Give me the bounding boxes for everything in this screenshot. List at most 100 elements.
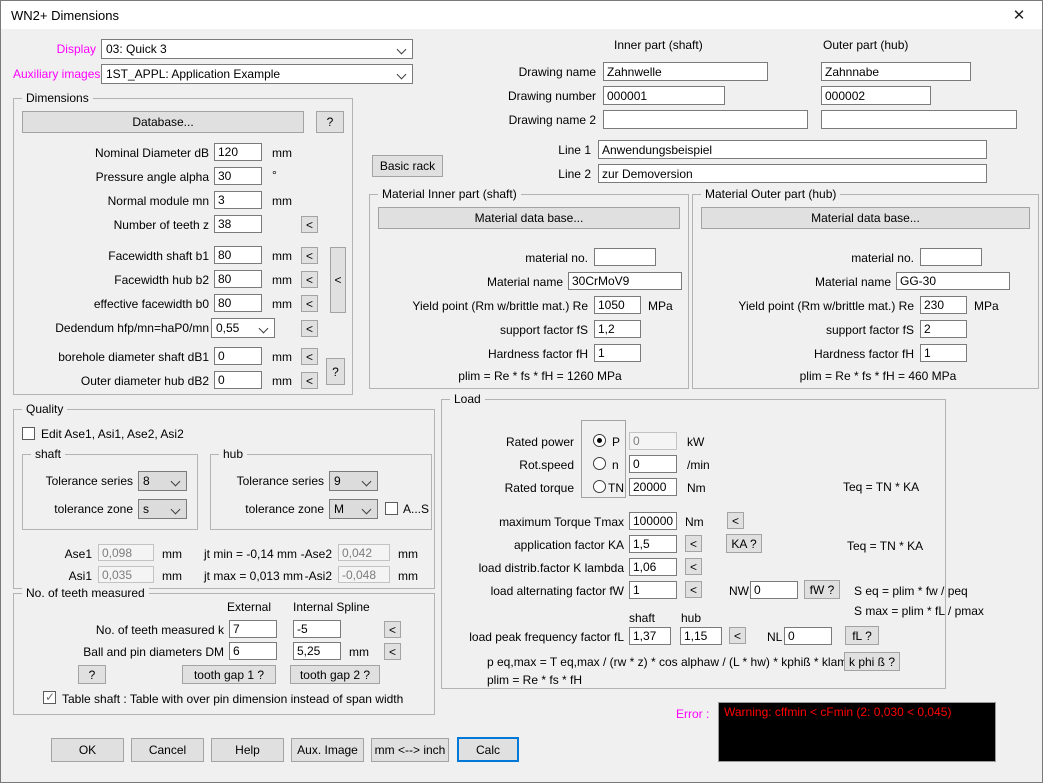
dm-external-input[interactable] <box>229 642 277 660</box>
ka-help-button[interactable]: KA ? <box>726 534 762 553</box>
fw-help-button[interactable]: fW ? <box>804 580 840 599</box>
num-teeth-back-button[interactable]: < <box>301 216 318 233</box>
quality-group: Quality Edit Ase1, Asi1, Ase2, Asi2 shaf… <box>13 409 435 589</box>
tooth-gap1-button[interactable]: tooth gap 1 ? <box>182 665 276 684</box>
dedendum-value: 0,55 <box>216 321 239 335</box>
basic-rack-button[interactable]: Basic rack <box>372 155 443 177</box>
database-button[interactable]: Database... <box>22 111 304 133</box>
external-header: External <box>227 600 271 614</box>
ok-button[interactable]: OK <box>51 738 124 762</box>
borehole-input[interactable] <box>214 347 262 365</box>
torque-radio[interactable] <box>593 480 606 493</box>
nl-input[interactable] <box>784 627 832 645</box>
dimensions-help-button[interactable]: ? <box>316 111 344 133</box>
num-teeth-input[interactable] <box>214 215 262 233</box>
close-button[interactable]: ✕ <box>1002 3 1036 27</box>
hub-tolerance-zone-select[interactable]: M <box>329 499 378 519</box>
dedendum-back-button[interactable]: < <box>301 320 318 337</box>
hub-tolerance-series-select[interactable]: 9 <box>329 471 378 491</box>
material-outer-name-input[interactable] <box>896 272 1010 290</box>
ka-input[interactable] <box>629 535 677 553</box>
facewidth-hub-back-button[interactable]: < <box>301 271 318 288</box>
shaft-tolerance-zone-select[interactable]: s <box>138 499 187 519</box>
effective-facewidth-input[interactable] <box>214 294 262 312</box>
drawing-name2-inner-input[interactable] <box>603 110 808 129</box>
material-inner-no-label: material no. <box>460 251 588 265</box>
line2-input[interactable] <box>598 164 987 183</box>
speed-radio[interactable] <box>593 457 606 470</box>
as-checkbox[interactable] <box>385 502 398 515</box>
material-outer-name-label: Material name <box>758 275 891 289</box>
nw-input[interactable] <box>750 581 798 599</box>
facewidth-shaft-input[interactable] <box>214 246 262 264</box>
klambda-input[interactable] <box>629 558 677 576</box>
nominal-diameter-input[interactable] <box>214 143 262 161</box>
material-inner-fh-input[interactable] <box>594 344 641 362</box>
fw-input[interactable] <box>629 581 677 599</box>
outer-diameter-input[interactable] <box>214 371 262 389</box>
effective-facewidth-back-button[interactable]: < <box>301 295 318 312</box>
material-outer-yield-input[interactable] <box>920 296 967 314</box>
material-outer-fs-input[interactable] <box>920 320 967 338</box>
aux-image-button[interactable]: Aux. Image <box>291 738 364 762</box>
tooth-gap2-button[interactable]: tooth gap 2 ? <box>290 665 380 684</box>
material-inner-name-input[interactable] <box>568 272 682 290</box>
ase2-input <box>338 544 390 561</box>
k-internal-input[interactable] <box>293 620 341 638</box>
normal-module-input[interactable] <box>214 191 262 209</box>
fl-back-button[interactable]: < <box>729 627 746 644</box>
drawing-name-inner-input[interactable] <box>603 62 768 81</box>
borehole-back-button[interactable]: < <box>301 348 318 365</box>
tmax-input[interactable] <box>629 512 677 530</box>
drawing-name2-outer-input[interactable] <box>821 110 1017 129</box>
cancel-button[interactable]: Cancel <box>131 738 204 762</box>
dedendum-select[interactable]: 0,55 <box>211 318 275 338</box>
drawing-name-outer-input[interactable] <box>821 62 971 81</box>
load-group: Load Rated power P kW Rot.speed n /min R… <box>441 399 946 689</box>
calc-button[interactable]: Calc <box>457 737 519 762</box>
fl-shaft-input[interactable] <box>629 627 671 645</box>
fw-back-button[interactable]: < <box>685 581 702 598</box>
fl-help-button[interactable]: fL ? <box>845 626 879 645</box>
ka-back-button[interactable]: < <box>685 535 702 552</box>
drawing-number-outer-input[interactable] <box>821 86 931 105</box>
dm-internal-input[interactable] <box>293 642 341 660</box>
edit-ase-checkbox[interactable] <box>22 427 35 440</box>
torque-input[interactable] <box>629 478 677 496</box>
fl-hub-input[interactable] <box>680 627 722 645</box>
facewidth-all-back-button[interactable]: < <box>330 247 346 313</box>
outer-diameter-back-button[interactable]: < <box>301 372 318 389</box>
facewidth-shaft-back-button[interactable]: < <box>301 247 318 264</box>
material-inner-yield-input[interactable] <box>594 296 641 314</box>
material-inner-no-input[interactable] <box>594 248 656 266</box>
unit-mm: mm <box>272 273 292 287</box>
facewidth-hub-input[interactable] <box>214 270 262 288</box>
kphib-help-button[interactable]: k phi ß ? <box>844 652 900 671</box>
material-outer-fh-input[interactable] <box>920 344 967 362</box>
k-back-button[interactable]: < <box>384 621 401 638</box>
dm-back-button[interactable]: < <box>384 643 401 660</box>
material-inner-fs-input[interactable] <box>594 320 641 338</box>
diameter-help-button[interactable]: ? <box>326 358 345 385</box>
pressure-angle-input[interactable] <box>214 167 262 185</box>
display-select[interactable]: 03: Quick 3 <box>101 39 413 59</box>
klambda-back-button[interactable]: < <box>685 558 702 575</box>
asi1-label: Asi1 <box>52 569 92 583</box>
mm-inch-toggle-button[interactable]: mm <--> inch <box>371 738 449 762</box>
help-button[interactable]: Help <box>211 738 284 762</box>
teeth-help-button[interactable]: ? <box>78 665 106 684</box>
material-inner-database-button[interactable]: Material data base... <box>378 207 680 229</box>
table-shaft-checkbox[interactable] <box>43 691 56 704</box>
power-radio[interactable] <box>593 434 606 447</box>
ase1-label: Ase1 <box>52 547 92 561</box>
k-external-input[interactable] <box>229 620 277 638</box>
speed-input[interactable] <box>629 455 677 473</box>
shaft-tolerance-series-select[interactable]: 8 <box>138 471 187 491</box>
aux-images-select[interactable]: 1ST_APPL: Application Example <box>101 64 413 84</box>
line1-input[interactable] <box>598 140 987 159</box>
drawing-number-inner-input[interactable] <box>603 86 725 105</box>
error-console: Warning: cffmin < cFmin (2: 0,030 < 0,04… <box>718 702 996 762</box>
tmax-back-button[interactable]: < <box>727 512 744 529</box>
material-outer-no-input[interactable] <box>920 248 982 266</box>
material-outer-database-button[interactable]: Material data base... <box>701 207 1030 229</box>
